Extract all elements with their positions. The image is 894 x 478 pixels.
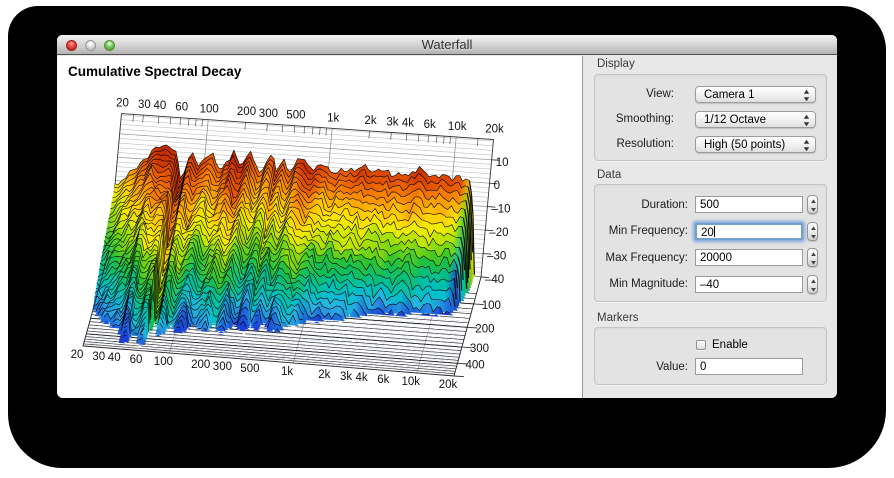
svg-text:3k: 3k <box>386 116 398 128</box>
svg-text:300: 300 <box>470 343 489 355</box>
svg-text:10k: 10k <box>448 121 467 133</box>
svg-text:2k: 2k <box>364 115 376 127</box>
svg-text:4k: 4k <box>402 118 414 130</box>
svg-text:100: 100 <box>482 300 501 312</box>
svg-text:4k: 4k <box>356 372 368 384</box>
svg-text:200: 200 <box>191 359 210 371</box>
svg-text:30: 30 <box>138 99 151 111</box>
svg-text:1k: 1k <box>327 112 339 124</box>
svg-text:400: 400 <box>466 359 485 371</box>
svg-text:200: 200 <box>475 323 494 335</box>
svg-text:6k: 6k <box>424 119 436 131</box>
svg-text:–10: –10 <box>491 204 510 216</box>
svg-text:300: 300 <box>213 361 232 373</box>
svg-text:20: 20 <box>71 349 84 361</box>
svg-text:300: 300 <box>259 108 278 120</box>
svg-text:40: 40 <box>108 352 121 364</box>
svg-text:40: 40 <box>154 100 167 112</box>
svg-text:200: 200 <box>237 106 256 118</box>
svg-text:60: 60 <box>175 102 188 114</box>
svg-text:1k: 1k <box>281 366 293 378</box>
svg-text:100: 100 <box>200 104 219 116</box>
svg-text:500: 500 <box>286 110 305 122</box>
svg-text:–30: –30 <box>487 251 506 263</box>
svg-text:20k: 20k <box>485 124 504 136</box>
svg-text:2k: 2k <box>318 369 330 381</box>
svg-text:20: 20 <box>116 98 129 110</box>
svg-text:0: 0 <box>494 180 500 192</box>
svg-text:30: 30 <box>92 351 105 363</box>
svg-text:100: 100 <box>154 356 173 368</box>
svg-text:3k: 3k <box>340 371 352 383</box>
svg-text:500: 500 <box>240 363 259 375</box>
svg-text:10k: 10k <box>402 376 421 388</box>
svg-text:6k: 6k <box>377 374 389 386</box>
svg-text:60: 60 <box>130 354 143 366</box>
svg-text:–40: –40 <box>485 274 504 286</box>
svg-text:10: 10 <box>496 157 509 169</box>
svg-text:–20: –20 <box>489 227 508 239</box>
svg-text:20k: 20k <box>439 379 458 391</box>
